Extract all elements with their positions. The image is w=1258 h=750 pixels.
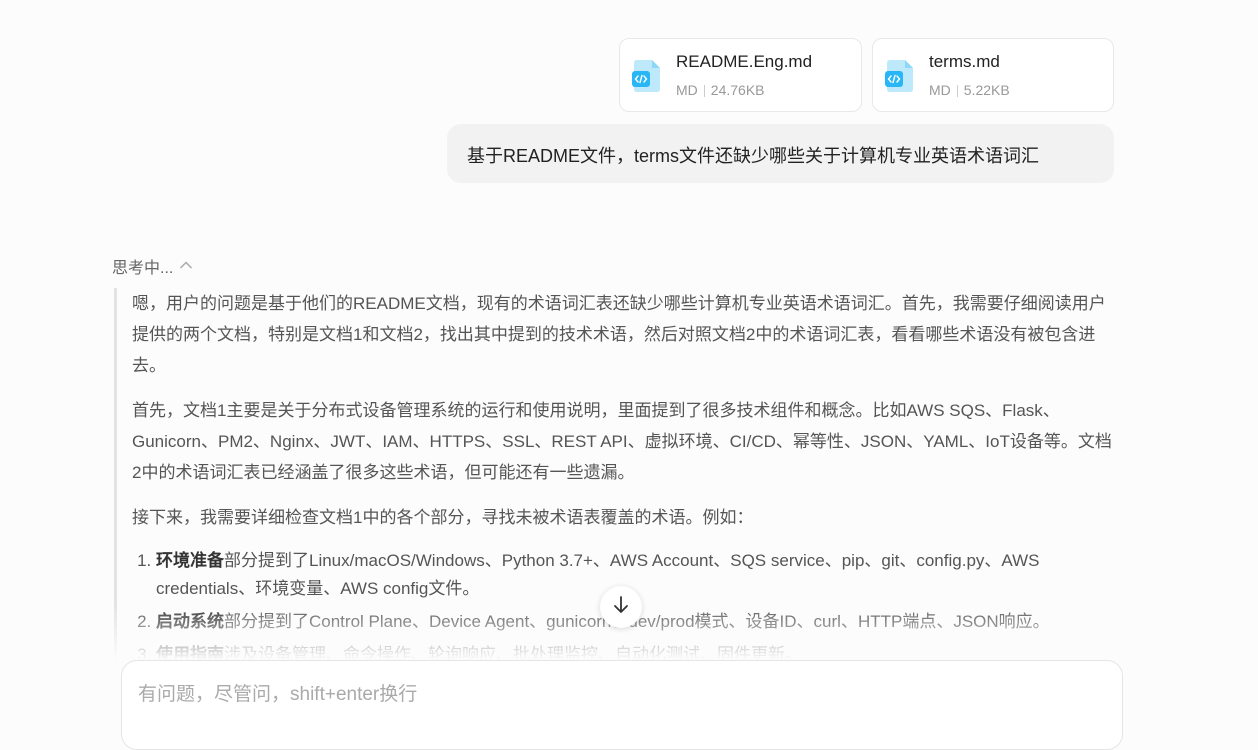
chat-input-container bbox=[121, 660, 1123, 750]
attachment-size: 5.22KB bbox=[963, 82, 1010, 98]
arrow-down-icon bbox=[612, 595, 630, 620]
thinking-paragraph: 接下来，我需要详细检查文档1中的各个部分，寻找未被术语表覆盖的术语。例如： bbox=[132, 508, 754, 527]
attachment-card-readme[interactable]: README.Eng.md MD 24.76KB bbox=[619, 38, 862, 112]
chat-input[interactable] bbox=[136, 677, 1100, 721]
code-file-icon bbox=[632, 59, 662, 93]
thinking-paragraph: 首先，文档1主要是关于分布式设备管理系统的运行和使用说明，里面提到了很多技术组件… bbox=[132, 401, 1112, 482]
attachment-type: MD bbox=[676, 82, 698, 98]
code-file-icon bbox=[885, 59, 915, 93]
scroll-to-bottom-button[interactable] bbox=[600, 586, 642, 628]
thinking-paragraph: 嗯，用户的问题是基于他们的README文档，现有的术语词汇表还缺少哪些计算机专业… bbox=[132, 294, 1106, 375]
list-item-text: 涉及设备管理、命令操作、轮询响应、批处理监控、自动化测试、固件更新。 bbox=[224, 645, 802, 660]
attachment-size: 24.76KB bbox=[710, 82, 765, 98]
attachment-meta: MD 5.22KB bbox=[929, 82, 1010, 98]
thinking-label: 思考中... bbox=[112, 260, 174, 277]
attachment-name: terms.md bbox=[929, 52, 1000, 71]
list-item-title: 启动系统 bbox=[156, 612, 224, 631]
chevron-up-icon bbox=[179, 257, 193, 275]
user-message-bubble: 基于README文件，terms文件还缺少哪些关于计算机专业英语术语词汇 bbox=[447, 124, 1114, 183]
attachment-meta: MD 24.76KB bbox=[676, 82, 765, 98]
attachment-name: README.Eng.md bbox=[676, 52, 813, 71]
list-item: 使用指南涉及设备管理、命令操作、轮询响应、批处理监控、自动化测试、固件更新。 bbox=[156, 641, 1114, 660]
attachment-card-terms[interactable]: terms.md MD 5.22KB bbox=[872, 38, 1114, 112]
attachment-type: MD bbox=[929, 82, 951, 98]
list-item-title: 使用指南 bbox=[156, 645, 224, 660]
list-item-title: 环境准备 bbox=[156, 551, 224, 570]
list-item-text: 部分提到了Linux/macOS/Windows、Python 3.7+、AWS… bbox=[156, 551, 1040, 598]
thinking-toggle[interactable]: 思考中... bbox=[112, 254, 193, 278]
